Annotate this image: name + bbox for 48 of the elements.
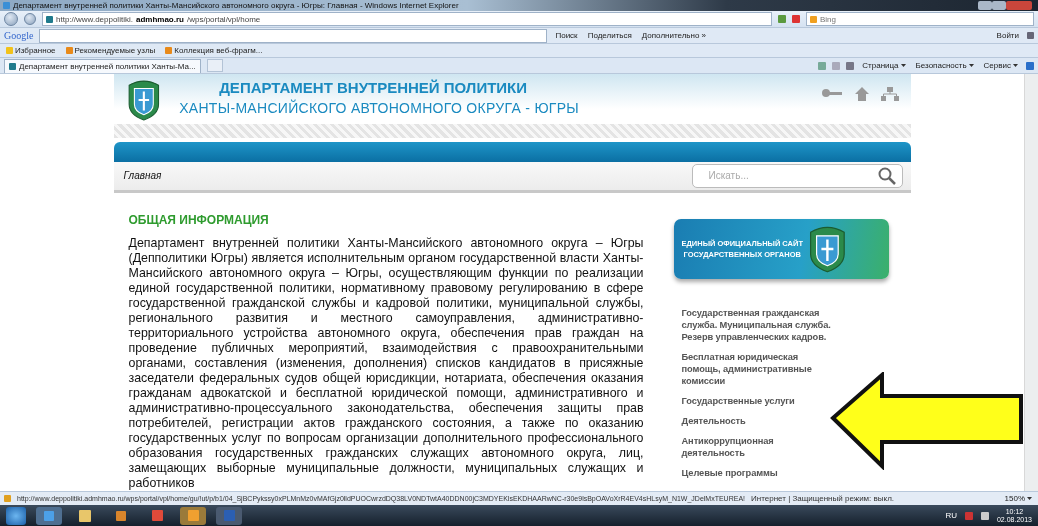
- toolbar-button[interactable]: Дополнительно »: [639, 31, 709, 40]
- breadcrumb-link[interactable]: Главная: [123, 170, 162, 182]
- section-heading: ОБЩАЯ ИНФОРМАЦИЯ: [128, 213, 270, 227]
- minimize-button[interactable]: [978, 1, 992, 10]
- command-menu[interactable]: Сервис: [981, 61, 1020, 70]
- login-button[interactable]: Войти: [994, 31, 1021, 40]
- toolbar-button[interactable]: Поделиться: [585, 31, 634, 40]
- google-search-field[interactable]: [39, 28, 548, 43]
- search-icon[interactable]: [877, 166, 896, 185]
- forward-button[interactable]: [24, 13, 36, 25]
- site-subtitle: ХАНТЫ-МАНСИЙСКОГО АВТОНОМНОГО ОКРУГА - ЮГРЫ: [179, 100, 580, 116]
- toolbar-button[interactable]: Поиск: [553, 31, 580, 40]
- caret-icon: [968, 64, 974, 67]
- sidebar-link[interactable]: Антикоррупционная деятельность: [681, 435, 832, 459]
- browser-tab[interactable]: Департамент внутренней политики Ханты-Ма...: [4, 58, 201, 73]
- start-button[interactable]: [6, 506, 26, 525]
- favorites-button[interactable]: Избранное: [4, 46, 58, 55]
- sidebar-link[interactable]: Бесплатная юридическая помощь, административные комиссии: [681, 351, 832, 387]
- google-logo: Google: [4, 30, 34, 41]
- command-menu[interactable]: Безопасность: [913, 61, 976, 70]
- arrow-icon: [828, 372, 1026, 470]
- caret-icon: [900, 64, 906, 67]
- coat-of-arms-icon: [807, 225, 848, 273]
- coat-of-arms-icon: [125, 79, 162, 121]
- maximize-button[interactable]: [992, 1, 1006, 10]
- address-field[interactable]: http://www.deppolitiki. admhmao.ru /wps/portal/vpl/home: [42, 12, 772, 26]
- back-button[interactable]: [4, 12, 18, 26]
- key-icon[interactable]: [820, 87, 843, 99]
- command-menu[interactable]: Страница: [860, 61, 908, 70]
- sidebar-link[interactable]: Государственные услуги: [681, 395, 795, 407]
- sidebar-link[interactable]: Государственная гражданская служба. Муниципальная служба. Резерв управленческих кадров.: [681, 307, 832, 343]
- new-tab-button[interactable]: [206, 59, 223, 72]
- language-indicator[interactable]: RU: [945, 511, 957, 520]
- sidebar-link[interactable]: Деятельность: [681, 415, 746, 427]
- search-field[interactable]: Bing: [806, 12, 1034, 26]
- scrollbar[interactable]: [1024, 74, 1038, 491]
- window-title: Департамент внутренней политики Ханты-Мансийского автономного округа - Югры: Главная - Windows Internet Explorer: [13, 1, 459, 10]
- security-zone: Интернет | Защищенный режим: выкл.: [751, 494, 895, 503]
- site-search-field[interactable]: Искать...: [691, 163, 903, 188]
- body-paragraph: Департамент внутренней политики Ханты-Мансийского автономного округа – Югры (Депполитики Югры) является исполнительным органом государственной власти Ханты-Мансийского автономного округа – Югры, осуществляющим функции по реализации единой государственной политики, нормативному правовому регулированию в сфере государственной гражданской службы и кадровой политики, муниципальной службы, регионального развития и местного самоуправления, административно-территориального устройства автономного округа, обеспечения прав граждан на проведение публичных мероприятий, взаимодействия с правоохранительными органами, составления (изменения, дополнения) списков кандидатов в присяжные заседатели федеральных судов общей юрисдикции, нотариата, обеспечения оказания гражданам адвокатской и бесплатной юридической помощи, административного и административно-процессуального законодательства, обеспечения защиты прав потребителей, регистрации актов гражданского состояния, а также по оказанию государственных услуг по вопросам организации дополнительного профессионального образования государственных гражданских служащих автономного округа, лиц, замещающих выборные муниципальные должности, муниципальных служащих и работников: [128, 236, 644, 491]
- favorites-link[interactable]: Рекомендуемые узлы: [63, 46, 158, 55]
- sidebar-link[interactable]: Целевые программы: [681, 467, 778, 479]
- favorites-link[interactable]: Коллекция веб-фрагм...: [163, 46, 265, 55]
- sitemap-icon[interactable]: [880, 87, 899, 101]
- zoom-button[interactable]: 150%: [1002, 494, 1034, 503]
- caret-icon: [1013, 64, 1018, 67]
- caret-icon: [1027, 497, 1032, 500]
- site-title: ДЕПАРТАМЕНТ ВНУТРЕННЕЙ ПОЛИТИКИ: [218, 79, 529, 96]
